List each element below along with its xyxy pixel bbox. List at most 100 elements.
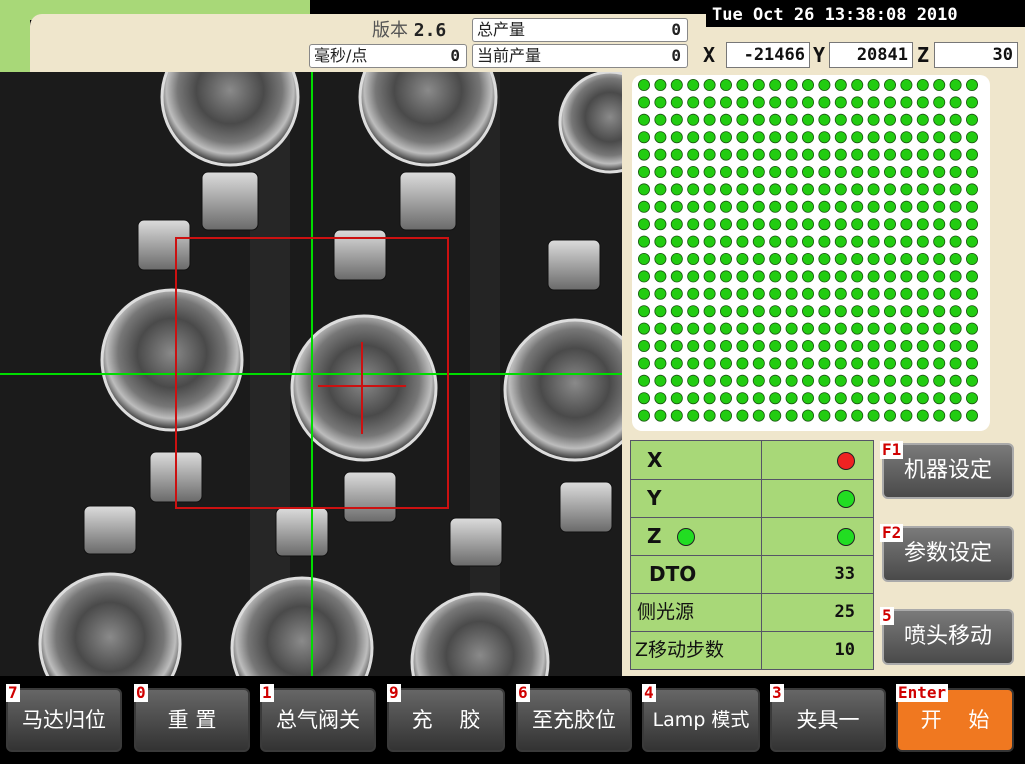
grid-point <box>654 392 667 405</box>
grid-point <box>703 96 716 109</box>
grid-point <box>769 287 782 300</box>
grid-point <box>933 183 946 196</box>
grid-point <box>785 357 798 370</box>
fill-glue-button[interactable]: 充 胶 <box>387 688 505 752</box>
grid-point <box>638 392 650 405</box>
grid-point <box>867 287 880 300</box>
z-step-label: Z移动步数 <box>635 639 725 661</box>
grid-point <box>736 252 749 265</box>
grid-point <box>785 322 798 335</box>
grid-point <box>933 113 946 126</box>
grid-point <box>720 322 733 335</box>
motor-home-button[interactable]: 马达归位 <box>6 688 122 752</box>
grid-point <box>818 305 831 318</box>
grid-point <box>785 252 798 265</box>
grid-point <box>785 409 798 422</box>
grid-point <box>834 218 847 231</box>
grid-point <box>654 357 667 370</box>
grid-point <box>752 305 765 318</box>
grid-point <box>900 339 913 352</box>
grid-point <box>752 392 765 405</box>
grid-point <box>851 409 864 422</box>
grid-point <box>834 235 847 248</box>
grid-point <box>834 79 847 91</box>
grid-point <box>883 357 896 370</box>
grid-point <box>769 374 782 387</box>
grid-point <box>965 339 978 352</box>
y-status-indicator <box>837 490 855 508</box>
grid-point <box>818 392 831 405</box>
grid-point <box>949 252 962 265</box>
grid-point <box>801 305 814 318</box>
camera-image <box>0 72 622 676</box>
camera-view[interactable] <box>0 72 622 676</box>
dto-value: 33 <box>834 564 855 584</box>
grid-point <box>900 166 913 179</box>
grid-point <box>720 357 733 370</box>
grid-point <box>933 357 946 370</box>
y-coord-value: 20841 <box>829 42 913 68</box>
lamp-mode-button[interactable]: Lamp 模式 <box>642 688 760 752</box>
grid-point <box>965 166 978 179</box>
key-6-tag: 6 <box>516 683 530 702</box>
grid-point <box>687 218 700 231</box>
grid-point <box>916 409 929 422</box>
grid-point <box>769 183 782 196</box>
grid-point <box>720 252 733 265</box>
reset-button[interactable]: 重 置 <box>134 688 250 752</box>
grid-point <box>654 113 667 126</box>
grid-point <box>720 305 733 318</box>
grid-point <box>867 183 880 196</box>
grid-point <box>670 166 683 179</box>
grid-point <box>834 166 847 179</box>
grid-point <box>834 148 847 161</box>
grid-point <box>900 322 913 335</box>
grid-point <box>703 200 716 213</box>
fixture-one-button[interactable]: 夹具一 <box>770 688 886 752</box>
grid-point <box>867 374 880 387</box>
grid-point <box>900 96 913 109</box>
grid-point <box>818 322 831 335</box>
grid-point <box>703 235 716 248</box>
grid-point <box>949 96 962 109</box>
grid-point <box>769 131 782 144</box>
grid-point <box>851 200 864 213</box>
grid-point <box>703 305 716 318</box>
grid-point <box>818 252 831 265</box>
status-row-side-light: 侧光源 25 <box>631 593 873 632</box>
grid-point <box>818 131 831 144</box>
grid-point <box>720 392 733 405</box>
grid-point <box>965 305 978 318</box>
to-fill-position-button[interactable]: 至充胶位 <box>516 688 632 752</box>
grid-point <box>720 409 733 422</box>
grid-point <box>916 200 929 213</box>
grid-point <box>818 113 831 126</box>
grid-point <box>785 374 798 387</box>
grid-point <box>883 392 896 405</box>
grid-point <box>949 200 962 213</box>
current-output-field: 当前产量 0 <box>472 44 688 68</box>
grid-point <box>801 79 814 91</box>
grid-point <box>654 235 667 248</box>
grid-point <box>916 252 929 265</box>
grid-point <box>965 357 978 370</box>
key-9-tag: 9 <box>387 683 401 702</box>
grid-point <box>769 322 782 335</box>
grid-point <box>720 79 733 91</box>
grid-point <box>916 131 929 144</box>
grid-point <box>687 374 700 387</box>
grid-point <box>916 113 929 126</box>
version-value: 2.6 <box>413 20 447 41</box>
grid-point <box>867 270 880 283</box>
grid-point <box>867 218 880 231</box>
grid-point <box>851 305 864 318</box>
grid-point <box>654 166 667 179</box>
nozzle-move-button[interactable]: 喷头移动 <box>882 609 1014 665</box>
grid-point <box>769 409 782 422</box>
key-1-tag: 1 <box>260 683 274 702</box>
grid-point <box>900 392 913 405</box>
grid-point <box>916 287 929 300</box>
machine-settings-label: 机器设定 <box>903 458 992 483</box>
grid-point <box>638 166 650 179</box>
main-air-valve-off-button[interactable]: 总气阀关 <box>260 688 376 752</box>
